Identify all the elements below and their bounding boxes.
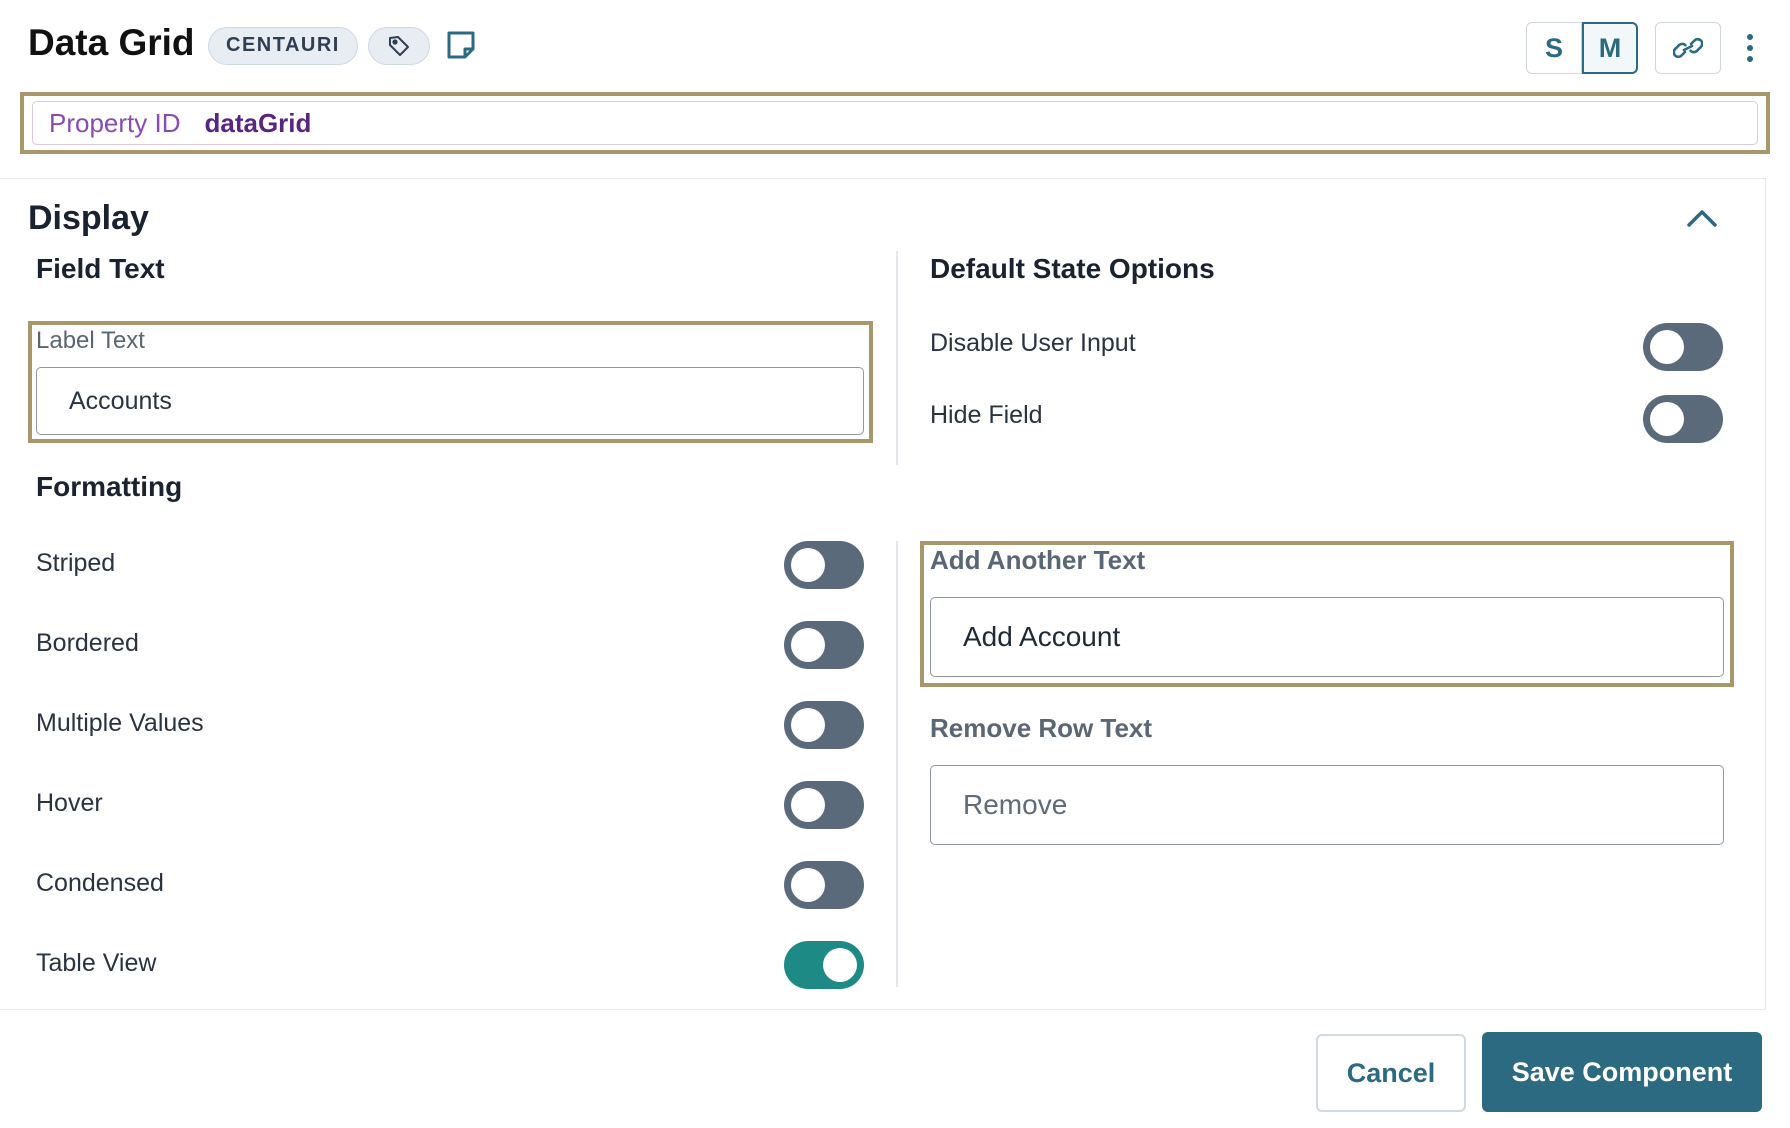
size-medium-button[interactable]: M (1582, 22, 1638, 74)
label-text-label: Label Text (36, 327, 145, 354)
header: Data Grid CENTAURI S M (0, 0, 1790, 96)
footer: Cancel Save Component (0, 1010, 1790, 1128)
condensed-label: Condensed (36, 869, 164, 897)
remove-row-input[interactable]: Remove (930, 765, 1724, 845)
disable-user-input-label: Disable User Input (930, 329, 1136, 357)
hover-toggle[interactable] (784, 781, 864, 829)
tag-button[interactable] (368, 27, 430, 65)
more-options-button[interactable] (1736, 28, 1764, 68)
field-text-title: Field Text (36, 253, 165, 284)
theme-badge: CENTAURI (208, 27, 358, 65)
link-icon (1673, 37, 1703, 59)
striped-toggle[interactable] (784, 541, 864, 589)
striped-label: Striped (36, 549, 116, 577)
disable-user-input-toggle[interactable] (1643, 323, 1723, 371)
link-button[interactable] (1655, 22, 1721, 74)
kebab-menu-icon (1747, 34, 1753, 40)
hover-label: Hover (36, 789, 103, 817)
column-divider-bottom (896, 541, 898, 987)
hide-field-label: Hide Field (930, 401, 1043, 429)
property-id-label: Property ID (49, 107, 181, 138)
add-another-input[interactable]: Add Account (930, 597, 1724, 677)
condensed-toggle[interactable] (784, 861, 864, 909)
label-text-input[interactable]: Accounts (36, 367, 864, 435)
size-toggle-group: S M (1526, 22, 1638, 74)
page-title: Data Grid (28, 22, 195, 63)
multiple-values-toggle[interactable] (784, 701, 864, 749)
size-small-button[interactable]: S (1526, 22, 1582, 74)
default-state-title: Default State Options (930, 253, 1215, 284)
add-another-label: Add Another Text (930, 545, 1146, 575)
save-component-button[interactable]: Save Component (1482, 1032, 1762, 1112)
formatting-title: Formatting (36, 471, 183, 502)
sticky-note-button[interactable] (445, 29, 477, 61)
cancel-button[interactable]: Cancel (1316, 1034, 1466, 1112)
property-id-field[interactable]: Property ID dataGrid (32, 101, 1758, 145)
tag-icon (389, 36, 409, 56)
property-id-highlight: Property ID dataGrid (20, 92, 1770, 154)
bordered-label: Bordered (36, 629, 139, 657)
display-panel: Display Field Text Label Text Accounts F… (0, 178, 1766, 1010)
hide-field-toggle[interactable] (1643, 395, 1723, 443)
bordered-toggle[interactable] (784, 621, 864, 669)
remove-row-label: Remove Row Text (930, 713, 1153, 743)
chevron-up-icon[interactable] (1683, 203, 1721, 233)
display-section-title: Display (28, 199, 149, 237)
sticky-note-icon (447, 31, 475, 59)
table-view-toggle[interactable] (784, 941, 864, 989)
property-id-value: dataGrid (204, 107, 312, 138)
multiple-values-label: Multiple Values (36, 709, 204, 737)
column-divider-top (896, 251, 898, 465)
table-view-label: Table View (36, 949, 157, 977)
